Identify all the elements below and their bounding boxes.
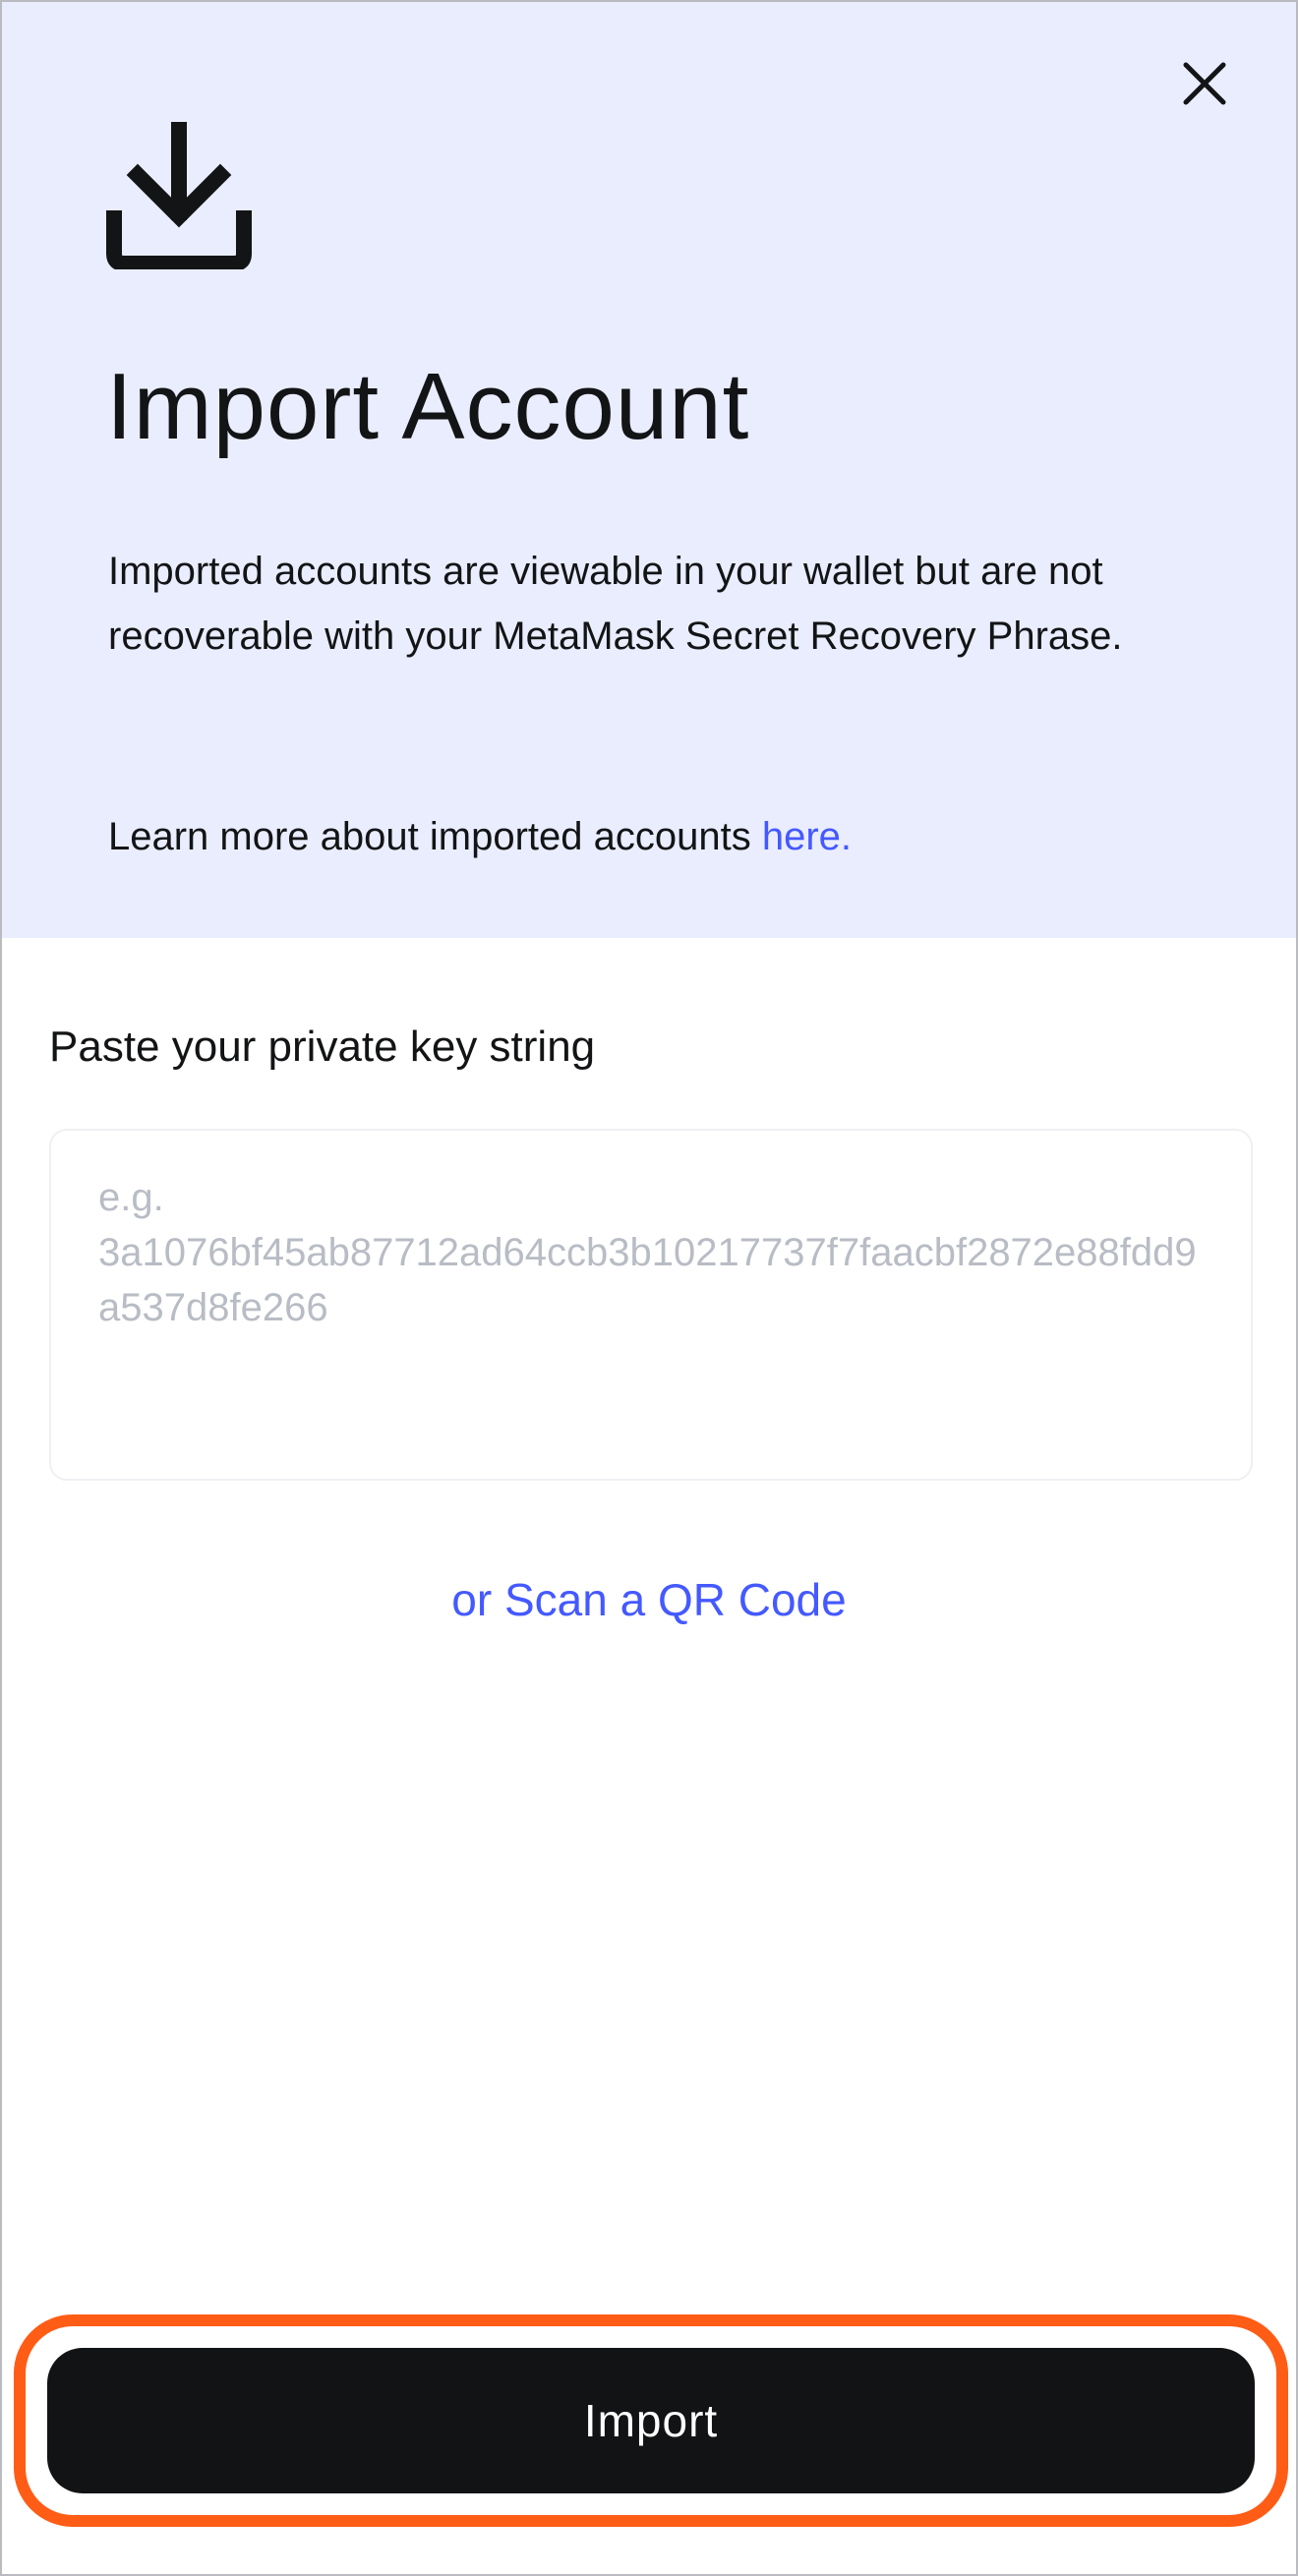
page-title: Import Account: [106, 354, 750, 459]
close-icon: [1183, 62, 1226, 105]
learn-more-prefix: Learn more about imported accounts: [108, 815, 762, 858]
download-icon: [106, 122, 252, 269]
private-key-input[interactable]: [98, 1170, 1204, 1439]
learn-more-text: Learn more about imported accounts here.: [108, 804, 852, 869]
import-description: Imported accounts are viewable in your w…: [108, 550, 1123, 658]
private-key-field[interactable]: [49, 1129, 1253, 1481]
learn-more-link[interactable]: here.: [762, 815, 852, 858]
import-button[interactable]: Import: [47, 2348, 1255, 2493]
close-button[interactable]: [1172, 51, 1237, 116]
info-header: Import Account Imported accounts are vie…: [2, 2, 1296, 938]
import-account-screen: Import Account Imported accounts are vie…: [0, 0, 1298, 2576]
scan-qr-code-link[interactable]: or Scan a QR Code: [2, 1565, 1296, 1634]
private-key-label: Paste your private key string: [49, 1023, 596, 1071]
